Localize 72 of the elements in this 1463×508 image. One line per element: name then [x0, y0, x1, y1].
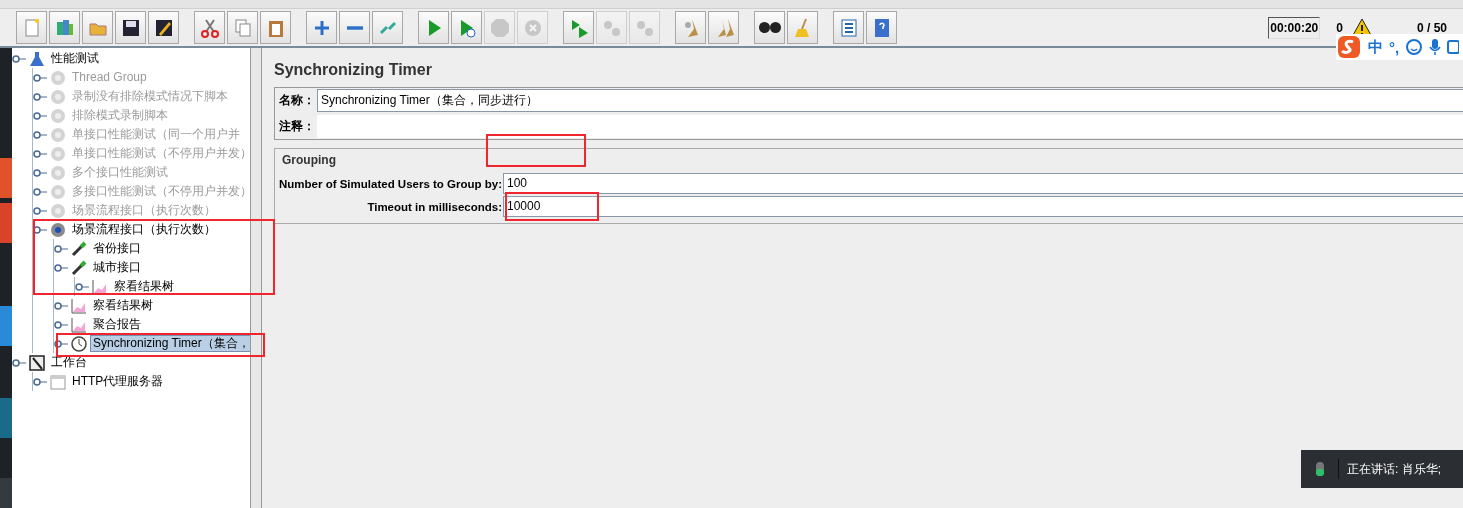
input-mode[interactable]: 中	[1368, 37, 1383, 57]
name-label: 名称：	[278, 92, 316, 109]
window-icon	[49, 372, 67, 391]
binoculars-icon	[758, 22, 781, 33]
microphone-icon	[1316, 462, 1324, 476]
toolbar-button[interactable]	[754, 11, 785, 44]
gear-icon	[49, 220, 67, 239]
speaking-text: 正在讲话: 肖乐华;	[1338, 459, 1441, 479]
tree-handle-icon[interactable]	[33, 148, 47, 159]
tree-handle-icon[interactable]	[33, 110, 47, 121]
tree-item[interactable]: 察看结果树	[111, 278, 177, 295]
group-title: Grouping	[282, 153, 337, 167]
comment-field[interactable]	[317, 115, 1463, 138]
tree-handle-icon[interactable]	[33, 186, 47, 197]
chart-icon	[70, 296, 88, 315]
tree-handle-icon[interactable]	[33, 91, 47, 102]
pipette-icon	[70, 239, 88, 258]
tree-handle-icon[interactable]	[54, 338, 68, 349]
tree-handle-icon[interactable]	[33, 167, 47, 178]
minus-icon	[346, 25, 363, 30]
tree-item[interactable]: HTTP代理服务器	[69, 373, 167, 390]
gear-icon	[49, 106, 67, 125]
thread-count: 0 / 50	[1416, 20, 1447, 35]
notepad-icon	[28, 353, 46, 372]
toolbar-button[interactable]	[148, 11, 179, 44]
gear-icon	[49, 68, 67, 87]
gear-icon	[49, 87, 67, 106]
tree-handle-icon[interactable]	[33, 205, 47, 216]
chart-icon	[91, 277, 109, 296]
tree-handle-icon[interactable]	[33, 72, 47, 83]
keyboard-icon[interactable]	[1447, 39, 1460, 55]
error-count: 0	[1336, 20, 1343, 35]
tree-item[interactable]: 省份接口	[90, 240, 144, 257]
chart-icon	[70, 315, 88, 334]
tree-handle-icon[interactable]	[75, 281, 89, 292]
tree-handle-icon[interactable]	[54, 243, 68, 254]
comment-label: 注释：	[278, 118, 316, 135]
tree-handle-icon[interactable]	[54, 319, 68, 330]
name-field[interactable]: Synchronizing Timer（集合，同步进行）	[317, 89, 1463, 112]
tree-handle-icon[interactable]	[12, 357, 26, 368]
clock-icon	[70, 334, 88, 353]
tree-handle-icon[interactable]	[33, 129, 47, 140]
smiley-icon[interactable]	[1405, 38, 1424, 56]
punctuation-mode[interactable]: °,	[1389, 38, 1400, 56]
input-field[interactable]: 100	[503, 173, 1463, 194]
tree-item[interactable]: 场景流程接口（执行次数）	[69, 221, 219, 238]
input-field[interactable]: 10000	[503, 196, 1463, 217]
elapsed-time: 00:00:20	[1268, 16, 1321, 39]
gear-icon	[49, 182, 67, 201]
pipette-icon	[70, 258, 88, 277]
field-label: Timeout in milliseconds:	[366, 200, 503, 213]
toolbar-button[interactable]	[115, 11, 146, 44]
tree-handle-icon[interactable]	[12, 53, 26, 64]
tree-handle-icon[interactable]	[33, 224, 47, 235]
tree-item[interactable]: 察看结果树	[90, 297, 156, 314]
tree-handle-icon[interactable]	[33, 376, 47, 387]
gear-icon	[49, 201, 67, 220]
tree-handle-icon[interactable]	[54, 300, 68, 311]
tree-handle-icon[interactable]	[54, 262, 68, 273]
tree-item[interactable]: 工作台	[48, 354, 90, 371]
tree-item[interactable]: 性能测试	[48, 50, 102, 67]
gear-icon	[49, 125, 67, 144]
field-label: Number of Simulated Users to Group by:	[279, 177, 503, 190]
flask-icon	[28, 49, 46, 68]
stop-sign-icon	[488, 16, 511, 39]
panel-title: Synchronizing Timer	[274, 61, 433, 79]
gear-icon	[49, 163, 67, 182]
tree-item[interactable]: Synchronizing Timer（集合，	[90, 335, 250, 352]
tree-item[interactable]: 城市接口	[90, 259, 144, 276]
gear-icon	[49, 144, 67, 163]
tree-item[interactable]: 聚合报告	[90, 316, 144, 333]
microphone-icon[interactable]	[1429, 38, 1442, 56]
